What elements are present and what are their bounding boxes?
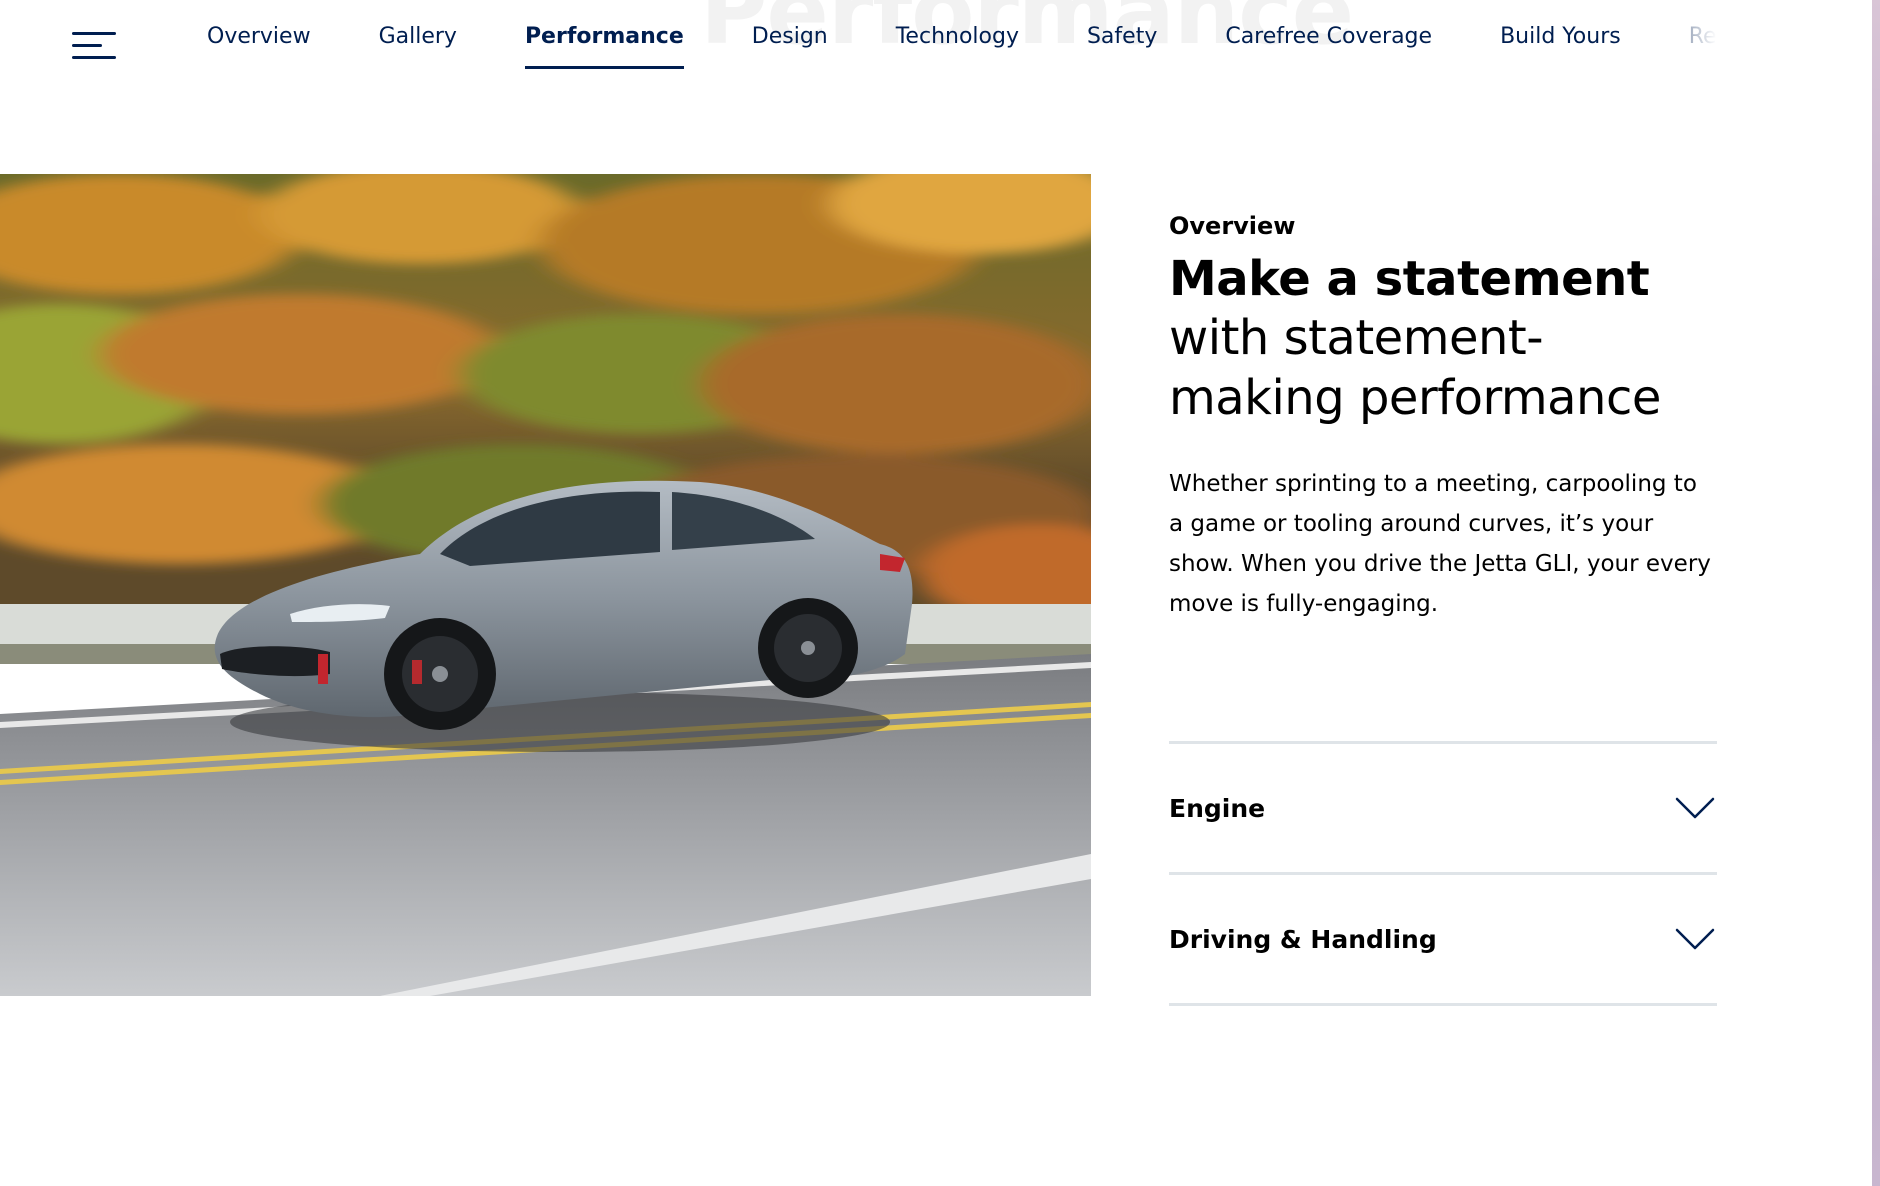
accordion-label: Driving & Handling: [1169, 924, 1437, 954]
window-edge-strip: [1872, 0, 1880, 1186]
nav-item-overview[interactable]: Overview: [207, 24, 311, 69]
feature-accordion: Engine Driving & Handling: [1169, 741, 1717, 1006]
headline-bold: Make a statement: [1169, 251, 1650, 307]
headline-light: with statement-making performance: [1169, 310, 1661, 426]
accordion-item-engine[interactable]: Engine: [1169, 741, 1717, 872]
hero-car-image: [0, 174, 1091, 996]
accordion-item-driving-handling[interactable]: Driving & Handling: [1169, 872, 1717, 1006]
accordion-label: Engine: [1169, 793, 1266, 823]
nav-item-request[interactable]: Request a: [1689, 24, 1717, 69]
nav-item-technology[interactable]: Technology: [896, 24, 1019, 69]
nav-item-safety[interactable]: Safety: [1087, 24, 1157, 69]
body-copy: Whether sprinting to a meeting, carpooli…: [1169, 471, 1711, 617]
nav-item-design[interactable]: Design: [752, 24, 828, 69]
nav-item-performance[interactable]: Performance: [524, 24, 684, 70]
chevron-down-icon[interactable]: [1675, 927, 1715, 951]
chevron-down-icon[interactable]: [1675, 796, 1715, 820]
nav-item-build-yours[interactable]: Build Yours: [1500, 24, 1621, 69]
top-navigation: Overview Gallery Performance Design Tech…: [0, 0, 1880, 100]
nav-item-gallery[interactable]: Gallery: [379, 24, 457, 69]
hero-illustration: [0, 174, 1091, 996]
nav-item-carefree-coverage[interactable]: Carefree Coverage: [1225, 24, 1432, 69]
overview-content: Overview Make a statement with statement…: [1169, 212, 1717, 624]
hamburger-menu-icon[interactable]: [72, 30, 116, 62]
section-nav-list: Overview Gallery Performance Design Tech…: [207, 24, 1717, 84]
section-eyebrow: Overview: [1169, 212, 1296, 240]
